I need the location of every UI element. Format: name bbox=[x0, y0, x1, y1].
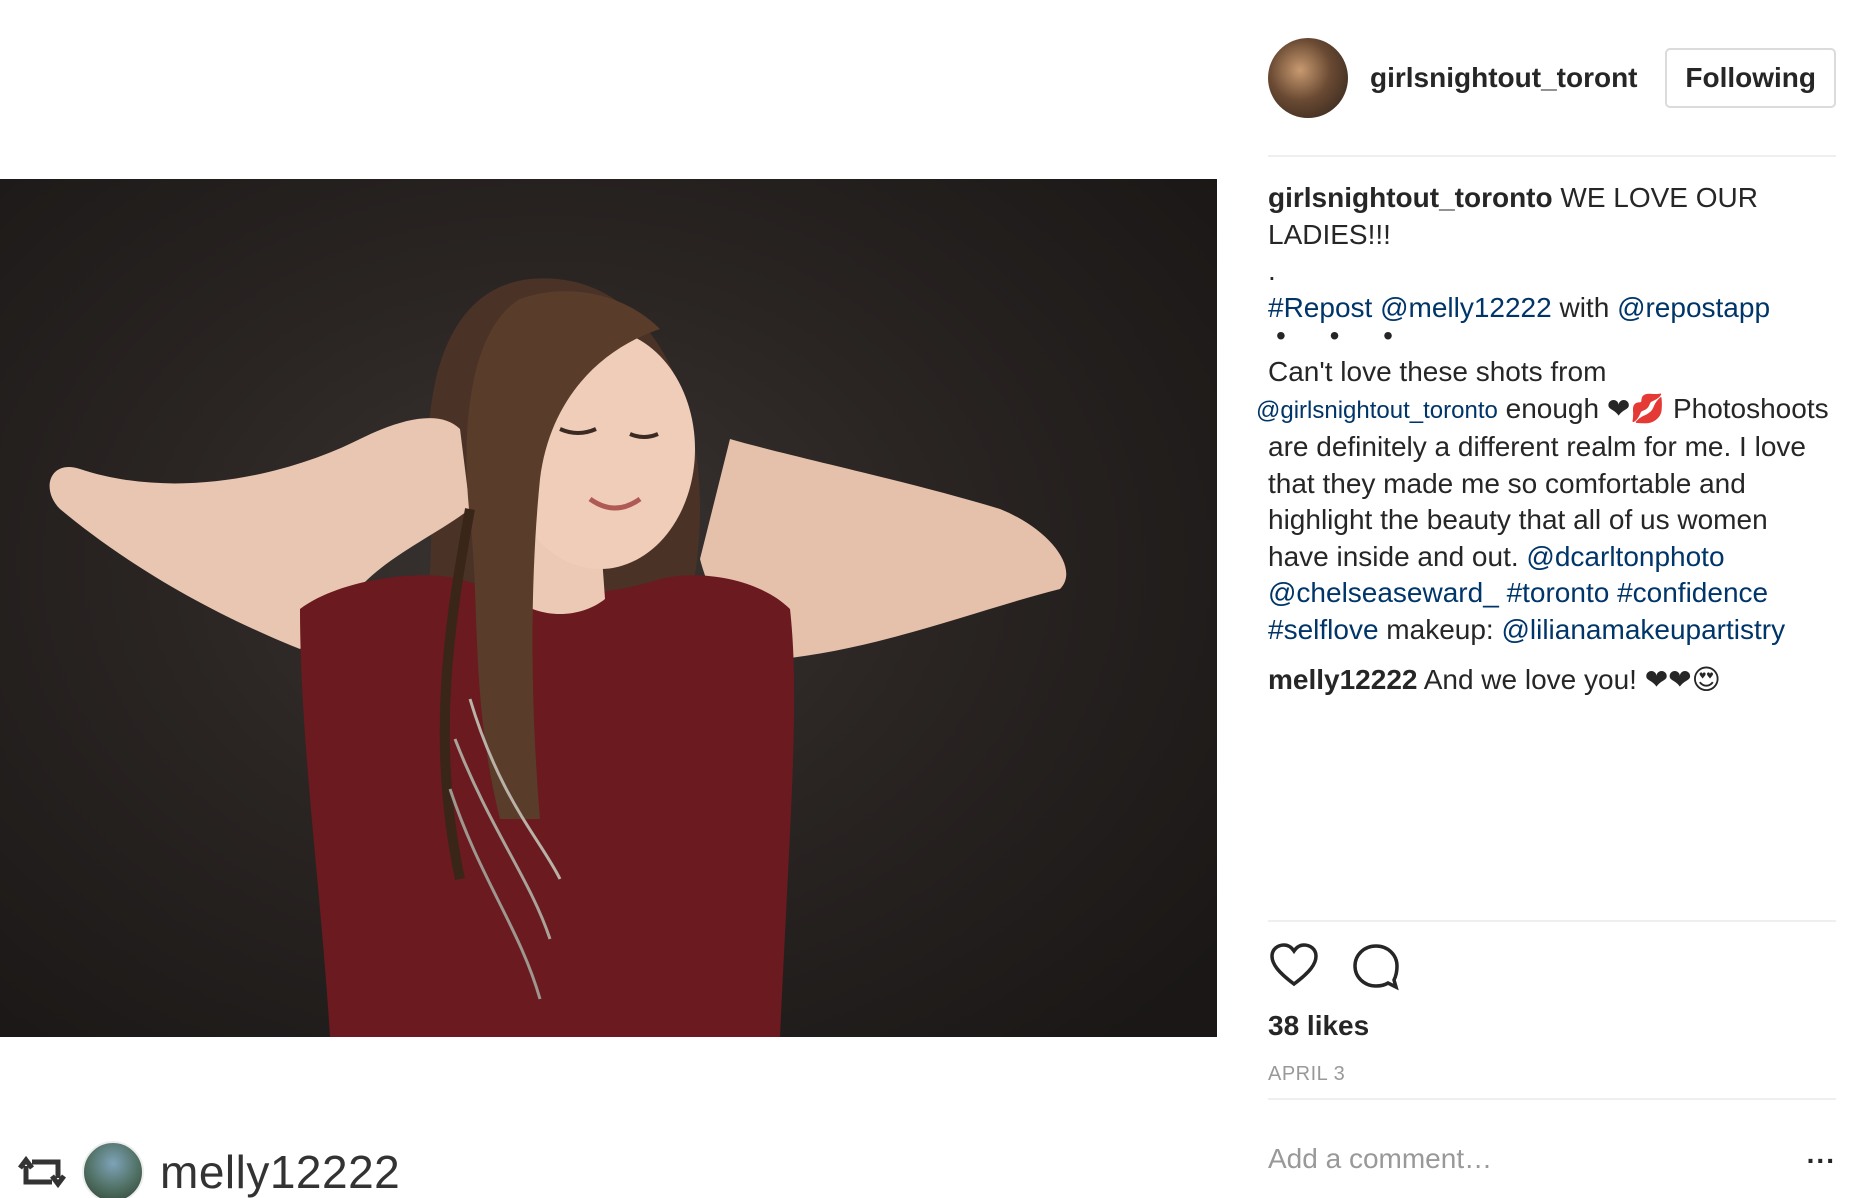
post-photo[interactable] bbox=[0, 179, 1217, 1037]
following-button[interactable]: Following bbox=[1665, 48, 1836, 108]
caption-line-3: are definitely a different realm for me.… bbox=[1268, 431, 1806, 462]
caption: girlsnightout_toronto WE LOVE OUR LADIES… bbox=[1256, 180, 1848, 648]
mention-girlsnightout[interactable]: @girlsnightout_toronto bbox=[1256, 397, 1498, 424]
repost-with: with bbox=[1551, 291, 1618, 323]
heart-icon[interactable] bbox=[1268, 940, 1320, 992]
caption-dot: . bbox=[1268, 255, 1276, 286]
mention-chelseaseward[interactable]: @chelseaseward_ bbox=[1268, 577, 1499, 608]
portrait-illustration bbox=[49, 278, 1067, 1037]
likes-count[interactable]: 38 likes bbox=[1268, 1010, 1369, 1042]
caption-line-2: enough ❤💋 Photoshoots bbox=[1497, 392, 1829, 424]
mention-lilianamakeupartistry[interactable]: @lilianamakeupartistry bbox=[1501, 614, 1785, 645]
post-sidebar: girlsnightout_toront Following girlsnigh… bbox=[1222, 0, 1866, 1198]
speech-bubble-icon[interactable] bbox=[1350, 940, 1402, 992]
separator-dots: • • • bbox=[1276, 320, 1411, 351]
caption-line-4: that they made me so comfortable and bbox=[1268, 467, 1746, 499]
caption-line-1: Can't love these shots from bbox=[1268, 356, 1607, 387]
mention-repostapp[interactable]: @repostapp bbox=[1617, 292, 1770, 323]
reply-username[interactable]: melly12222 bbox=[1268, 664, 1417, 695]
caption-username[interactable]: girlsnightout_toronto bbox=[1268, 182, 1553, 213]
reply-comment: melly12222 And we love you! ❤❤😍 bbox=[1268, 662, 1848, 699]
post-header: girlsnightout_toront Following bbox=[1268, 36, 1836, 120]
caption-text-2: LADIES!!! bbox=[1268, 218, 1391, 250]
post-date[interactable]: APRIL 3 bbox=[1268, 1063, 1345, 1086]
caption-line-6: have inside and out. bbox=[1268, 540, 1527, 572]
comments-section: girlsnightout_toronto WE LOVE OUR LADIES… bbox=[1256, 180, 1848, 699]
repost-icon bbox=[18, 1155, 66, 1189]
mention-melly[interactable]: @melly12222 bbox=[1380, 292, 1552, 323]
more-options-button[interactable]: ... bbox=[1807, 1138, 1836, 1180]
author-username[interactable]: girlsnightout_toront bbox=[1370, 62, 1665, 94]
repost-username: melly12222 bbox=[160, 1146, 401, 1198]
hashtag-toronto[interactable]: #toronto bbox=[1507, 577, 1610, 608]
hashtag-repost[interactable]: #Repost bbox=[1268, 292, 1372, 323]
post-actions bbox=[1268, 940, 1402, 992]
caption-line-5: highlight the beauty that all of us wome… bbox=[1268, 504, 1768, 535]
add-comment-bar: ... bbox=[1268, 1120, 1836, 1198]
actions-divider bbox=[1268, 920, 1836, 922]
repost-attribution: melly12222 bbox=[18, 1140, 400, 1198]
makeup-label: makeup: bbox=[1378, 613, 1502, 645]
author-avatar[interactable] bbox=[1268, 38, 1348, 118]
comment-divider bbox=[1268, 1098, 1836, 1100]
repost-avatar bbox=[82, 1141, 144, 1198]
post-media: melly12222 bbox=[0, 0, 1222, 1198]
comment-input[interactable] bbox=[1268, 1143, 1807, 1175]
mention-dcarltonphoto[interactable]: @dcarltonphoto bbox=[1526, 541, 1724, 572]
header-divider bbox=[1268, 155, 1836, 157]
hashtag-confidence[interactable]: #confidence bbox=[1617, 577, 1768, 608]
hashtag-selflove[interactable]: #selflove bbox=[1268, 614, 1379, 645]
caption-text: WE LOVE OUR bbox=[1552, 182, 1758, 213]
reply-text: And we love you! ❤❤😍 bbox=[1417, 664, 1721, 695]
